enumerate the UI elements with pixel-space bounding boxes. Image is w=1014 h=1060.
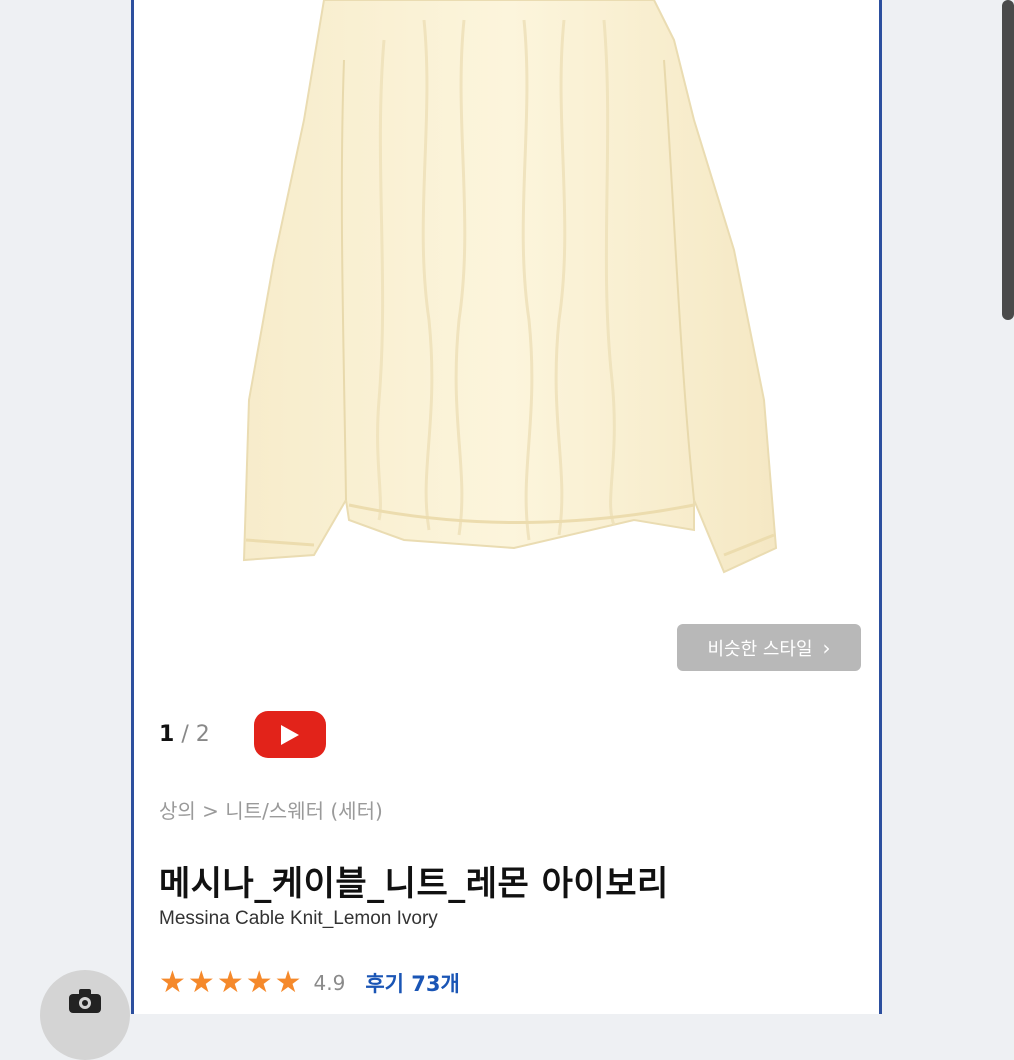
camera-icon: [69, 989, 101, 1013]
camera-button[interactable]: [40, 970, 130, 1060]
reviews-link[interactable]: 후기 73개: [365, 968, 460, 998]
scrollbar[interactable]: [1002, 0, 1014, 320]
sweater-illustration: [242, 0, 778, 574]
current-page: 1: [159, 722, 175, 747]
product-title: 메시나_케이블_니트_레몬 아이보리: [159, 864, 669, 904]
total-pages: 2: [195, 722, 210, 747]
star-icon: ★: [216, 965, 244, 1000]
youtube-play-icon: [281, 724, 299, 745]
product-card: 비슷한 스타일 › 1 / 2 상의 > 니트/스웨터 (세터) 메시나_케이블…: [131, 0, 882, 1014]
image-pager: 1 / 2: [159, 722, 210, 747]
star-icon: ★: [159, 965, 186, 1000]
chevron-right-icon: ›: [822, 635, 831, 660]
page-separator: /: [181, 722, 189, 747]
product-image[interactable]: [134, 0, 879, 700]
video-button[interactable]: [254, 711, 326, 758]
star-icon: ★: [245, 965, 273, 1000]
star-icon: ★: [187, 965, 215, 1000]
product-subtitle: Messina Cable Knit_Lemon Ivory: [159, 908, 438, 929]
rating-score: 4.9: [313, 971, 346, 995]
breadcrumb[interactable]: 상의 > 니트/스웨터 (세터): [159, 795, 383, 824]
rating-row: ★ ★ ★ ★ ★ 4.9 후기 73개: [159, 966, 460, 1000]
similar-style-button[interactable]: 비슷한 스타일 ›: [677, 624, 861, 671]
similar-style-label: 비슷한 스타일: [707, 638, 813, 660]
star-icon: ★: [274, 965, 302, 1000]
star-rating: ★ ★ ★ ★ ★: [159, 968, 302, 998]
